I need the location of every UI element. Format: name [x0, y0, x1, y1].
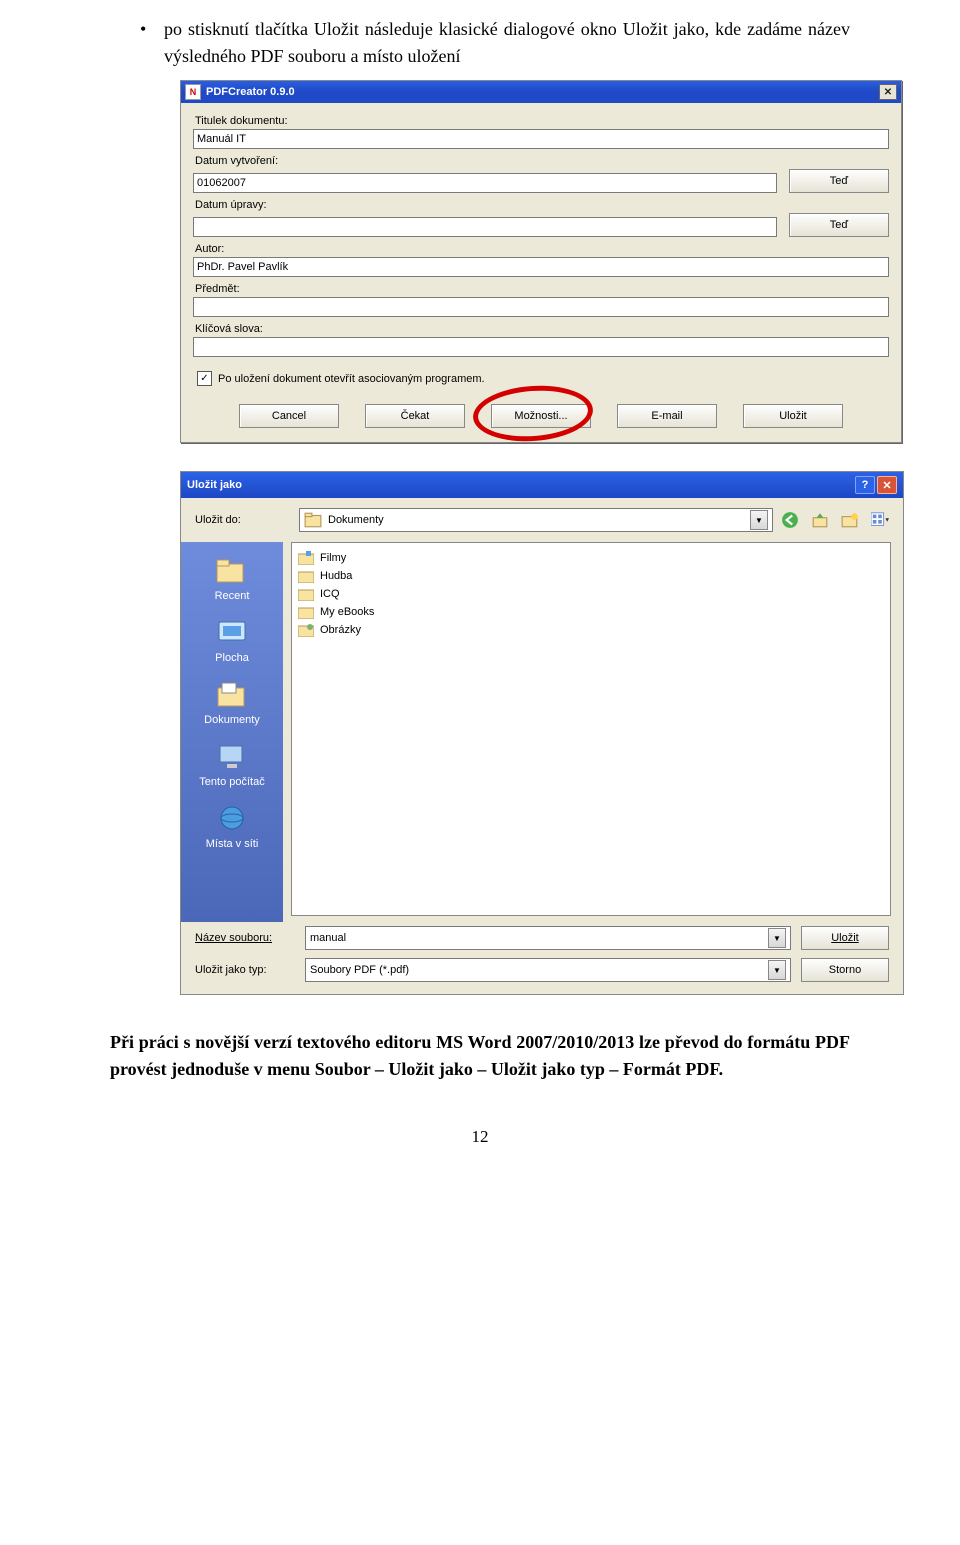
input-datum-vyt[interactable]: [193, 173, 777, 193]
close-icon[interactable]: ✕: [879, 84, 897, 100]
place-label: Dokumenty: [204, 714, 260, 726]
window-title: PDFCreator 0.9.0: [206, 86, 295, 98]
place-documents[interactable]: Dokumenty: [181, 672, 283, 734]
ted-button-2[interactable]: Teď: [789, 213, 889, 237]
label-predmet: Předmět:: [195, 283, 887, 295]
input-klicova[interactable]: [193, 337, 889, 357]
filename-label: Název souboru:: [195, 932, 295, 944]
new-folder-icon[interactable]: [841, 511, 859, 529]
list-item[interactable]: Obrázky: [298, 621, 884, 639]
options-button[interactable]: Možnosti...: [491, 404, 591, 428]
computer-icon: [215, 742, 249, 772]
input-titulek[interactable]: [193, 129, 889, 149]
list-item[interactable]: ICQ: [298, 585, 884, 603]
titlebar[interactable]: N PDFCreator 0.9.0 ✕: [181, 81, 901, 103]
place-recent[interactable]: Recent: [181, 548, 283, 610]
checkbox-icon[interactable]: ✓: [197, 371, 212, 386]
close-icon[interactable]: ✕: [877, 476, 897, 494]
place-label: Plocha: [215, 652, 249, 664]
place-label: Místa v síti: [206, 838, 259, 850]
bullet-dot: •: [140, 16, 164, 70]
pdfcreator-dialog: N PDFCreator 0.9.0 ✕ Titulek dokumentu: …: [180, 80, 902, 443]
folder-icon: [298, 623, 314, 637]
label-klicova: Klíčová slova:: [195, 323, 887, 335]
place-label: Tento počítač: [199, 776, 264, 788]
email-button[interactable]: E-mail: [617, 404, 717, 428]
folder-icon: [298, 551, 314, 565]
up-icon[interactable]: [811, 511, 829, 529]
chevron-down-icon[interactable]: ▼: [768, 960, 786, 980]
chevron-down-icon[interactable]: ▼: [750, 510, 768, 530]
place-label: Recent: [215, 590, 250, 602]
input-autor[interactable]: [193, 257, 889, 277]
file-list[interactable]: Filmy Hudba ICQ My eBooks Obrázky: [291, 542, 891, 916]
list-item[interactable]: Filmy: [298, 549, 884, 567]
label-datum-upr: Datum úpravy:: [195, 199, 887, 211]
body-paragraph: Při práci s novější verzí textového edit…: [110, 1029, 850, 1083]
filetype-combo[interactable]: Soubory PDF (*.pdf) ▼: [305, 958, 791, 982]
folder-icon: [298, 569, 314, 583]
save-in-value: Dokumenty: [328, 514, 384, 526]
save-as-dialog: Uložit jako ? ✕ Uložit do: Dokumenty ▼: [180, 471, 904, 995]
filename-input[interactable]: manual ▼: [305, 926, 791, 950]
documents-icon: [215, 680, 249, 710]
help-icon[interactable]: ?: [855, 476, 875, 494]
place-desktop[interactable]: Plocha: [181, 610, 283, 672]
save-button[interactable]: Uložit: [743, 404, 843, 428]
places-bar: Recent Plocha Dokumenty Tento počítač Mí…: [181, 542, 283, 922]
open-after-save-checkbox[interactable]: ✓ Po uložení dokument otevřít asociovaný…: [197, 371, 885, 386]
network-icon: [215, 804, 249, 834]
page-number: 12: [110, 1127, 850, 1147]
save-in-combo[interactable]: Dokumenty ▼: [299, 508, 773, 532]
label-autor: Autor:: [195, 243, 887, 255]
bullet-text: po stisknutí tlačítka Uložit následuje k…: [164, 16, 850, 70]
bullet-item: • po stisknutí tlačítka Uložit následuje…: [140, 16, 850, 70]
place-network[interactable]: Místa v síti: [181, 796, 283, 858]
folder-icon: [298, 605, 314, 619]
wait-button[interactable]: Čekat: [365, 404, 465, 428]
input-datum-upr[interactable]: [193, 217, 777, 237]
chevron-down-icon[interactable]: ▼: [768, 928, 786, 948]
checkbox-label: Po uložení dokument otevřít asociovaným …: [218, 373, 485, 385]
save-button[interactable]: Uložit: [801, 926, 889, 950]
recent-icon: [215, 556, 249, 586]
label-datum-vyt: Datum vytvoření:: [195, 155, 887, 167]
label-titulek: Titulek dokumentu:: [195, 115, 887, 127]
back-icon[interactable]: [781, 511, 799, 529]
ted-button-1[interactable]: Teď: [789, 169, 889, 193]
folder-icon: [304, 511, 322, 529]
folder-icon: [298, 587, 314, 601]
cancel-button[interactable]: Cancel: [239, 404, 339, 428]
place-computer[interactable]: Tento počítač: [181, 734, 283, 796]
list-item[interactable]: My eBooks: [298, 603, 884, 621]
desktop-icon: [215, 618, 249, 648]
input-predmet[interactable]: [193, 297, 889, 317]
app-icon: N: [185, 84, 201, 100]
list-item[interactable]: Hudba: [298, 567, 884, 585]
view-menu-icon[interactable]: [871, 511, 889, 529]
window-title: Uložit jako: [187, 479, 242, 491]
titlebar[interactable]: Uložit jako ? ✕: [181, 472, 903, 498]
save-in-label: Uložit do:: [195, 514, 291, 526]
filetype-label: Uložit jako typ:: [195, 964, 295, 976]
cancel-button[interactable]: Storno: [801, 958, 889, 982]
